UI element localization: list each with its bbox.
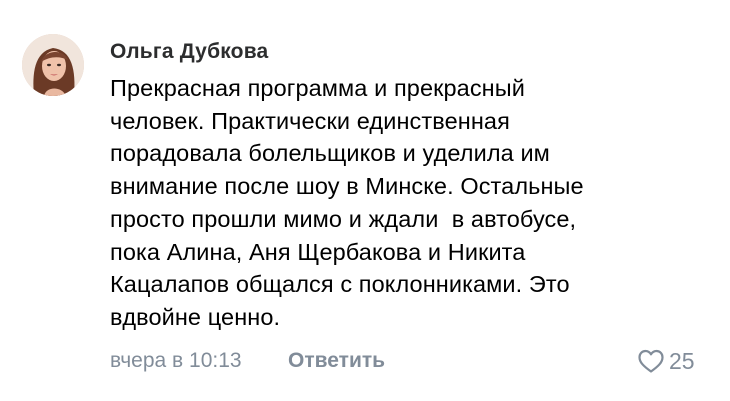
comment-text-line: просто прошли мимо и ждали в автобусе, xyxy=(110,205,577,232)
heart-outline-icon xyxy=(638,349,664,373)
comment-text-line: человек. Практически единственная xyxy=(110,107,510,134)
author-name[interactable]: Ольга Дубкова xyxy=(110,40,268,64)
like-button[interactable]: 25 xyxy=(637,346,695,376)
avatar[interactable] xyxy=(22,34,84,96)
comment-text-line: вдвойне ценно. xyxy=(110,303,281,330)
comment: Ольга Дубкова Прекрасная программа и пре… xyxy=(0,0,730,401)
comment-text-line: порадовала болельщиков и уделила им xyxy=(110,140,550,167)
comment-text: Прекрасная программа и прекрасный челове… xyxy=(110,72,710,334)
comment-date: вчера в 10:13 xyxy=(110,349,242,372)
likes-count: 25 xyxy=(669,347,695,374)
comment-text-line: Кацалапов общался с поклонниками. Это xyxy=(110,271,570,298)
comment-footer: вчера в 10:13 Ответить 25 xyxy=(110,346,710,376)
reply-button[interactable]: Ответить xyxy=(288,346,385,376)
avatar-image xyxy=(22,34,84,96)
comment-text-line: Прекрасная программа и прекрасный xyxy=(110,75,525,101)
comment-text-line: пока Алина, Аня Щербакова и Никита xyxy=(110,238,526,265)
comment-text-line: внимание после шоу в Минске. Остальные xyxy=(110,173,584,200)
